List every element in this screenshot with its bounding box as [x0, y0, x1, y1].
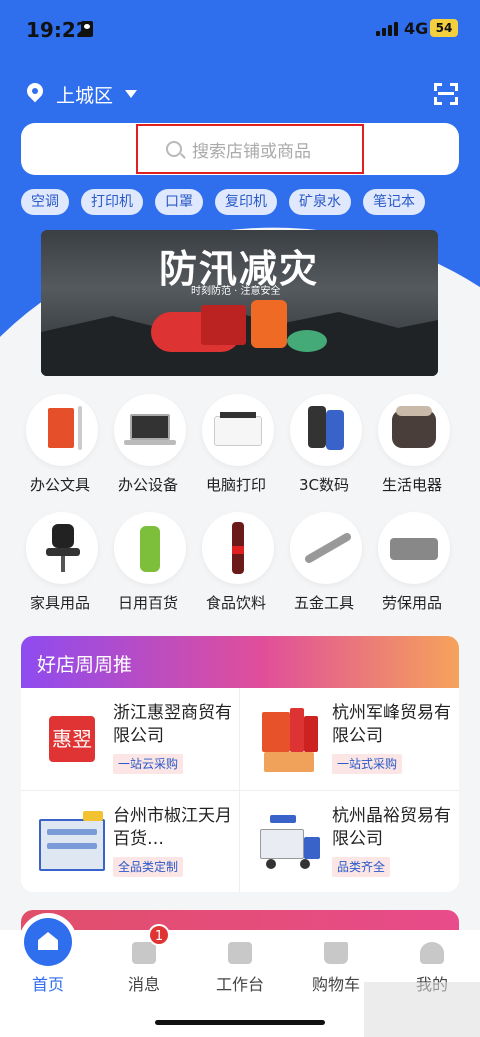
location-pin-icon — [26, 83, 44, 105]
tab-messages[interactable]: 1 消息 — [96, 924, 192, 1002]
hot-tag[interactable]: 打印机 — [81, 189, 143, 215]
shop-name: 杭州晶裕贸易有限公司 — [332, 806, 451, 849]
category-grid: 办公文具 办公设备 电脑打印 3C数码 生活电器 家具用品 日用百货 食品饮料 … — [16, 392, 464, 617]
category-label: 电脑打印 — [205, 476, 266, 494]
battery-icon: 54 — [430, 19, 458, 37]
location-selector[interactable]: 上城区 — [26, 80, 138, 108]
shop-panel-header: 好店周周推 — [21, 636, 459, 688]
shop-name: 台州市椒江天月百货… — [113, 806, 232, 849]
tab-home[interactable]: 首页 — [0, 918, 96, 1002]
chevron-down-icon — [125, 90, 138, 98]
shampoo-bottle-icon — [114, 512, 186, 584]
category-3c-digital[interactable]: 3C数码 — [280, 392, 368, 499]
shop-tag: 一站式采购 — [332, 754, 403, 774]
category-food-drink[interactable]: 食品饮料 — [192, 510, 280, 617]
shop-tag: 品类齐全 — [332, 857, 391, 877]
shop-logo-text: 惠翌 — [49, 716, 95, 762]
shop-panel-title: 好店周周推 — [37, 654, 133, 676]
shop-name: 杭州军峰贸易有限公司 — [332, 703, 451, 746]
status-bar: 19:22 4G 54 — [0, 0, 480, 58]
category-daily-goods[interactable]: 日用百货 — [104, 510, 192, 617]
hot-tag[interactable]: 复印机 — [215, 189, 277, 215]
rice-cooker-icon — [378, 394, 450, 466]
shop-card[interactable]: 杭州军峰贸易有限公司 一站式采购 — [240, 688, 458, 790]
promo-banner[interactable]: 防汛减灾 时刻防范 · 注意安全 — [41, 230, 438, 376]
category-label: 食品饮料 — [205, 594, 266, 612]
hot-tag[interactable]: 口罩 — [155, 189, 203, 215]
shop-name: 浙江惠翌商贸有限公司 — [113, 703, 232, 746]
category-computer-print[interactable]: 电脑打印 — [192, 392, 280, 499]
category-labor-protection[interactable]: 劳保用品 — [368, 510, 456, 617]
sim-badge-icon — [81, 21, 93, 37]
unread-badge: 1 — [148, 924, 170, 946]
hot-search-tags: 空调 打印机 口罩 复印机 矿泉水 笔记本 — [21, 189, 425, 215]
category-label: 3C数码 — [298, 476, 350, 494]
office-chair-icon — [26, 512, 98, 584]
category-furniture[interactable]: 家具用品 — [16, 510, 104, 617]
hot-tag[interactable]: 矿泉水 — [289, 189, 351, 215]
tab-workbench[interactable]: 工作台 — [192, 930, 288, 1002]
category-home-appliance[interactable]: 生活电器 — [368, 392, 456, 499]
search-highlight-box — [136, 124, 364, 174]
hot-tag[interactable]: 笔记本 — [363, 189, 425, 215]
shop-logo — [256, 704, 326, 774]
watermark-overlay — [364, 982, 480, 1037]
location-label: 上城区 — [56, 84, 114, 107]
shop-card[interactable]: 杭州晶裕贸易有限公司 品类齐全 — [240, 791, 458, 892]
category-label: 五金工具 — [293, 594, 354, 612]
user-icon — [420, 942, 444, 964]
weekly-shop-panel: 好店周周推 惠翌 浙江惠翌商贸有限公司 一站云采购 杭州军峰贸易有限公司 一站式… — [21, 636, 459, 892]
network-type: 4G — [404, 19, 429, 38]
home-button-bubble — [24, 918, 72, 966]
category-hardware-tools[interactable]: 五金工具 — [280, 510, 368, 617]
wrench-icon — [290, 512, 362, 584]
category-label: 家具用品 — [29, 594, 90, 612]
home-icon — [38, 932, 58, 950]
shop-logo — [37, 807, 107, 877]
smartphone-icon — [290, 394, 362, 466]
shop-card[interactable]: 台州市椒江天月百货… 全品类定制 — [21, 791, 239, 892]
laptop-icon — [114, 394, 186, 466]
towel-icon — [378, 512, 450, 584]
scan-icon[interactable] — [434, 83, 458, 105]
category-label: 生活电器 — [381, 476, 442, 494]
hot-tag[interactable]: 空调 — [21, 189, 69, 215]
tab-label: 工作台 — [215, 975, 264, 994]
notebook-icon — [26, 394, 98, 466]
category-label: 办公文具 — [29, 476, 90, 494]
shop-tag: 全品类定制 — [113, 857, 184, 877]
tab-label: 首页 — [31, 975, 64, 994]
life-vest-image — [251, 300, 287, 348]
workbench-icon — [228, 942, 252, 964]
shop-logo: 惠翌 — [37, 704, 107, 774]
shop-card[interactable]: 惠翌 浙江惠翌商贸有限公司 一站云采购 — [21, 688, 239, 790]
home-indicator — [155, 1020, 325, 1025]
shop-logo — [256, 807, 326, 877]
tab-label: 消息 — [127, 975, 160, 994]
message-icon — [132, 942, 156, 964]
category-label: 日用百货 — [117, 594, 178, 612]
banner-subtitle: 时刻防范 · 注意安全 — [191, 286, 281, 297]
category-label: 劳保用品 — [381, 594, 442, 612]
printer-icon — [202, 394, 274, 466]
category-office-equipment[interactable]: 办公设备 — [104, 392, 192, 499]
cola-bottle-icon — [202, 512, 274, 584]
category-label: 办公设备 — [117, 476, 178, 494]
cart-icon — [324, 942, 348, 964]
category-office-stationery[interactable]: 办公文具 — [16, 392, 104, 499]
pump-image — [201, 305, 246, 345]
hose-image — [287, 330, 327, 352]
signal-icon — [376, 22, 400, 36]
shop-tag: 一站云采购 — [113, 754, 184, 774]
